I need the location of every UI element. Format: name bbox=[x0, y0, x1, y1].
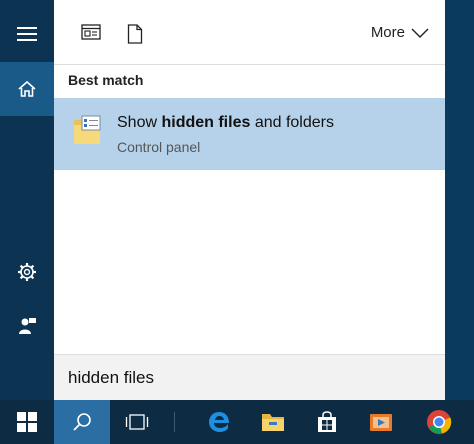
feedback-icon bbox=[19, 318, 36, 334]
feedback-button[interactable] bbox=[0, 306, 54, 346]
store-taskbar-button[interactable] bbox=[300, 400, 354, 444]
task-view-button[interactable] bbox=[110, 400, 164, 444]
taskbar-divider bbox=[174, 412, 175, 432]
taskbar bbox=[0, 400, 474, 444]
task-view-icon bbox=[125, 414, 149, 430]
chevron-down-icon bbox=[411, 28, 429, 38]
file-explorer-icon bbox=[262, 414, 284, 431]
search-filter-bar: More bbox=[54, 0, 445, 65]
apps-filter-button[interactable] bbox=[81, 24, 101, 45]
best-match-result[interactable]: Show hidden files and folders Control pa… bbox=[54, 98, 445, 170]
start-rail bbox=[0, 0, 54, 400]
settings-gear-icon bbox=[18, 263, 36, 281]
taskbar-search-button[interactable] bbox=[54, 400, 110, 444]
store-icon bbox=[318, 411, 336, 432]
home-icon bbox=[18, 80, 36, 97]
hamburger-menu-icon bbox=[17, 27, 37, 41]
search-input[interactable]: hidden files bbox=[68, 368, 154, 388]
search-box[interactable]: hidden files bbox=[54, 354, 445, 401]
edge-taskbar-button[interactable] bbox=[192, 400, 246, 444]
home-button[interactable] bbox=[0, 62, 54, 116]
media-player-icon bbox=[370, 414, 392, 431]
edge-icon bbox=[209, 412, 229, 432]
search-icon bbox=[73, 413, 91, 431]
desktop-background-strip bbox=[445, 0, 474, 400]
result-title-bold: hidden files bbox=[161, 114, 251, 131]
documents-filter-button[interactable] bbox=[127, 24, 143, 49]
result-icon-container bbox=[72, 114, 102, 151]
more-filters-button[interactable]: More bbox=[371, 24, 429, 41]
app-window-icon bbox=[81, 24, 101, 40]
document-icon bbox=[127, 24, 143, 44]
expand-menu-button[interactable] bbox=[0, 12, 54, 56]
search-panel: More Best match Show hidden files and fo… bbox=[54, 0, 445, 401]
start-button[interactable] bbox=[0, 400, 54, 444]
result-title-suffix: and folders bbox=[250, 114, 334, 131]
result-title-prefix: Show bbox=[117, 114, 162, 131]
settings-button[interactable] bbox=[0, 252, 54, 292]
result-title: Show hidden files and folders bbox=[117, 114, 334, 132]
chrome-icon bbox=[427, 410, 452, 434]
result-subtitle: Control panel bbox=[117, 139, 201, 155]
folder-options-icon bbox=[74, 115, 101, 144]
more-label: More bbox=[370, 24, 405, 41]
media-player-taskbar-button[interactable] bbox=[354, 400, 408, 444]
windows-start-icon bbox=[17, 412, 37, 432]
best-match-heading: Best match bbox=[68, 72, 144, 88]
file-explorer-taskbar-button[interactable] bbox=[246, 400, 300, 444]
chrome-taskbar-button[interactable] bbox=[412, 400, 466, 444]
